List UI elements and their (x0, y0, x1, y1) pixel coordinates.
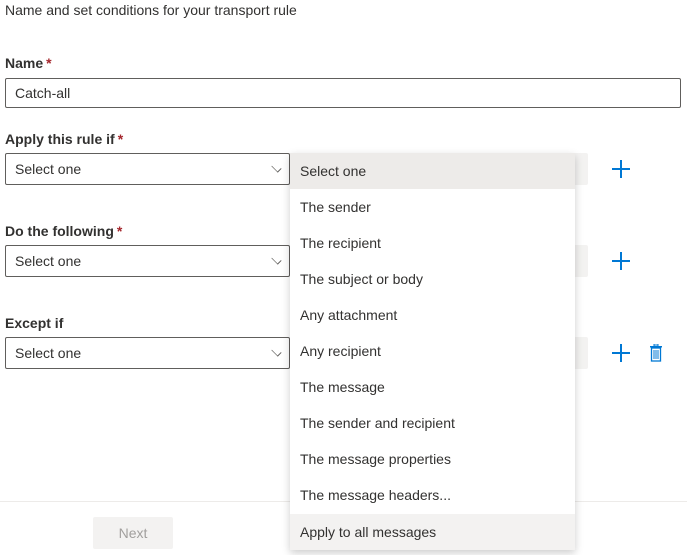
apply-rule-label: Apply this rule if * (5, 131, 124, 147)
next-button[interactable]: Next (93, 517, 173, 549)
chevron-down-icon (271, 254, 282, 265)
do-following-label: Do the following * (5, 223, 123, 239)
menu-item[interactable]: The message headers... (290, 477, 575, 513)
chevron-down-icon (271, 346, 282, 357)
do-following-select[interactable]: Select one (5, 245, 290, 277)
menu-item[interactable]: Select one (290, 153, 575, 189)
menu-item[interactable]: Any recipient (290, 333, 575, 369)
menu-item[interactable]: The sender (290, 189, 575, 225)
menu-item[interactable]: The message (290, 369, 575, 405)
trash-icon[interactable] (649, 344, 663, 362)
add-action-icon[interactable] (612, 252, 630, 270)
except-if-label: Except if (5, 315, 64, 331)
add-condition-icon[interactable] (612, 160, 630, 178)
name-input[interactable]: Catch-all (5, 78, 681, 108)
name-label: Name * (5, 55, 52, 71)
menu-item[interactable]: Any attachment (290, 297, 575, 333)
except-if-select[interactable]: Select one (5, 337, 290, 369)
condition-dropdown-menu: Select one The sender The recipient The … (290, 153, 575, 550)
menu-item[interactable]: The recipient (290, 225, 575, 261)
menu-item[interactable]: The message properties (290, 441, 575, 477)
menu-item[interactable]: Apply to all messages (290, 514, 575, 550)
chevron-down-icon (271, 162, 282, 173)
menu-item[interactable]: The sender and recipient (290, 405, 575, 441)
page-subtitle: Name and set conditions for your transpo… (5, 2, 297, 18)
menu-item[interactable]: The subject or body (290, 261, 575, 297)
add-exception-icon[interactable] (612, 344, 630, 362)
apply-rule-select[interactable]: Select one (5, 153, 290, 185)
